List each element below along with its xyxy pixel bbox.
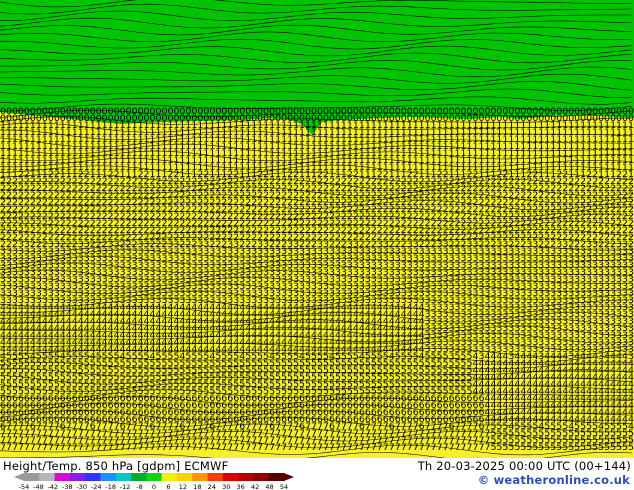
scale-tick-label: -12 bbox=[120, 483, 131, 490]
scale-swatch bbox=[238, 473, 254, 481]
map-canvas[interactable]: 1111111111111111111111111111111111111111… bbox=[0, 0, 634, 458]
credit-link[interactable]: © weatheronline.co.uk bbox=[478, 473, 630, 487]
scale-tick-label: -48 bbox=[33, 483, 44, 490]
scale-swatch bbox=[131, 473, 147, 481]
scale-swatch bbox=[268, 473, 285, 481]
scale-swatch bbox=[222, 473, 239, 481]
scale-tick-label: 30 bbox=[222, 483, 230, 490]
scale-swatch bbox=[207, 473, 224, 481]
scale-swatch bbox=[39, 473, 55, 481]
scale-tick-label: -42 bbox=[48, 483, 59, 490]
scale-swatch bbox=[161, 473, 178, 481]
scale-tick-label: -18 bbox=[105, 483, 116, 490]
scale-tick-label: 12 bbox=[179, 483, 187, 490]
scale-swatch bbox=[54, 473, 71, 481]
scale-tick-label: 48 bbox=[265, 483, 273, 490]
scale-tick-label: 6 bbox=[166, 483, 170, 490]
scale-tick-label: 0 bbox=[152, 483, 156, 490]
isotherm-labels: 1111111111111111111111111111111111111111… bbox=[0, 107, 634, 453]
scale-arrow-right bbox=[284, 473, 294, 481]
scale-swatch bbox=[100, 473, 117, 481]
scale-tick-label: 42 bbox=[251, 483, 259, 490]
scale-swatch bbox=[146, 473, 163, 481]
isotherm-label-row: 7777777777777777777777777777777777777777… bbox=[0, 443, 634, 453]
valid-time: Th 20-03-2025 00:00 UTC (00+144) bbox=[417, 459, 631, 473]
scale-tick-label: 24 bbox=[208, 483, 216, 490]
scale-tick-label: 36 bbox=[237, 483, 245, 490]
color-scale: -54 -48 -42 -38 -30 -24 -18 -12 -8 0 6 12 18 24 30 36 42… bbox=[14, 471, 294, 490]
footer-bar: Height/Temp. 850 hPa [gdpm] ECMWF Th 20-… bbox=[0, 458, 634, 490]
scale-swatch bbox=[24, 473, 40, 481]
scale-arrow-left bbox=[14, 473, 24, 481]
scale-tick-label: -30 bbox=[76, 483, 87, 490]
scale-swatch bbox=[176, 473, 193, 481]
scale-swatch bbox=[253, 473, 270, 481]
temperature-map[interactable]: 1111111111111111111111111111111111111111… bbox=[0, 0, 634, 458]
scale-swatch bbox=[192, 473, 208, 481]
scale-tick-label: 18 bbox=[193, 483, 201, 490]
scale-tick-label: -38 bbox=[62, 483, 73, 490]
scale-tick-label: -24 bbox=[91, 483, 102, 490]
scale-swatch bbox=[115, 473, 132, 481]
scale-tick-label: -8 bbox=[136, 483, 142, 490]
scale-tick-label: 54 bbox=[280, 483, 288, 490]
scale-swatch bbox=[85, 473, 101, 481]
scale-tick-label: -54 bbox=[19, 483, 30, 490]
isotherm-label-row: 0000000000000000000000000000000000000000… bbox=[0, 114, 634, 124]
scale-swatch bbox=[69, 473, 86, 481]
